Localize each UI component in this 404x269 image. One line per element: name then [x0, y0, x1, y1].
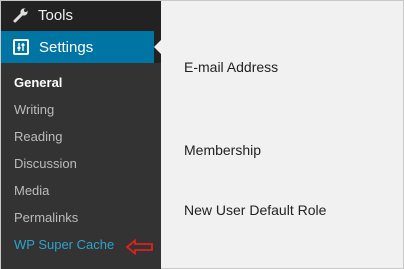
submenu-item-writing[interactable]: Writing: [1, 96, 161, 123]
submenu-item-general[interactable]: General: [1, 69, 161, 96]
submenu-item-reading[interactable]: Reading: [1, 123, 161, 150]
menu-item-settings-label: Settings: [39, 38, 94, 56]
submenu-item-discussion[interactable]: Discussion: [1, 150, 161, 177]
admin-sidebar: Tools Settings General Writing Reading D…: [1, 1, 162, 269]
submenu-item-wp-super-cache-label: WP Super Cache: [14, 237, 115, 252]
settings-sliders-icon: [13, 39, 29, 55]
red-arrow-left-icon: [125, 237, 155, 264]
new-user-default-role-label: New User Default Role: [184, 202, 327, 218]
settings-content: E-mail Address Membership New User Defau…: [161, 1, 404, 269]
menu-item-settings[interactable]: Settings: [1, 31, 154, 63]
submenu-item-wp-super-cache[interactable]: WP Super Cache: [1, 231, 161, 258]
email-address-label: E-mail Address: [184, 59, 279, 75]
wrench-icon: [11, 5, 31, 25]
menu-item-tools[interactable]: Tools: [1, 1, 161, 29]
screenshot-frame: Tools Settings General Writing Reading D…: [0, 0, 404, 269]
submenu-item-permalinks[interactable]: Permalinks: [1, 204, 161, 231]
settings-submenu: General Writing Reading Discussion Media…: [1, 63, 161, 269]
submenu-item-media[interactable]: Media: [1, 177, 161, 204]
menu-item-tools-label: Tools: [38, 6, 74, 24]
membership-label: Membership: [184, 142, 262, 158]
